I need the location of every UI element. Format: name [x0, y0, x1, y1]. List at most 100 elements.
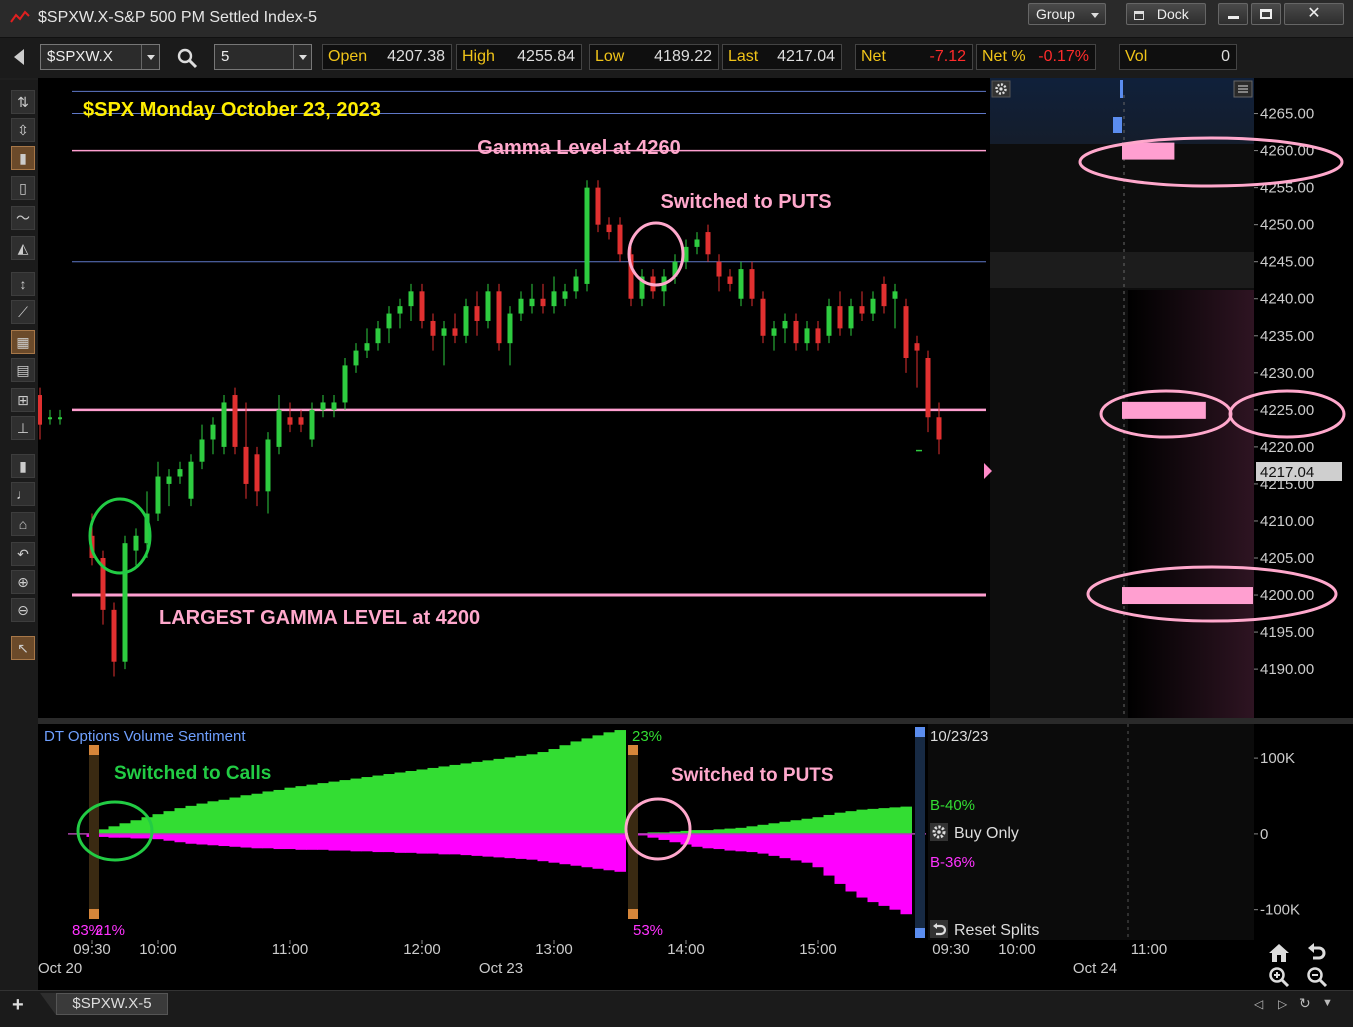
- put-volume-bar: [570, 833, 582, 866]
- price-axis[interactable]: [1254, 78, 1353, 718]
- candle-body: [276, 409, 282, 447]
- home-tool-icon[interactable]: ⌂: [11, 512, 35, 536]
- gamma-label-4260: Gamma Level at 4260: [477, 137, 680, 159]
- group-dropdown[interactable]: Group: [1028, 3, 1106, 25]
- candle-body: [540, 298, 546, 307]
- put-volume-bar: [768, 833, 780, 856]
- bar-tool-icon[interactable]: ▯: [11, 176, 35, 200]
- candle-body: [375, 328, 381, 344]
- price-tick-label: 4230.00: [1260, 365, 1314, 382]
- right-split-handle-top[interactable]: [915, 727, 925, 737]
- candle-body: [518, 298, 524, 314]
- candle-body: [177, 469, 183, 477]
- put-volume-bar: [867, 833, 879, 903]
- pane-arrow-left-icon[interactable]: [12, 48, 26, 66]
- minimize-button[interactable]: [1218, 3, 1248, 25]
- reset-splits-button[interactable]: Reset Splits: [930, 920, 1039, 939]
- line-tool-icon[interactable]: 〜: [11, 206, 35, 230]
- candle: [221, 395, 227, 455]
- put-volume-bar: [383, 833, 395, 853]
- candle-body: [617, 224, 623, 255]
- candle-body: [749, 269, 755, 299]
- dock-button[interactable]: Dock: [1126, 3, 1206, 25]
- quote-toolbar: $SPXW.X 5 Open 4207.38 High 4255.84 Low 4189.…: [0, 38, 1353, 78]
- profile-settings-icon[interactable]: [991, 80, 1011, 98]
- put-volume-bar: [746, 833, 758, 853]
- candle-body: [485, 291, 491, 321]
- right-split-handle-bottom[interactable]: [915, 928, 925, 938]
- candle-body: [837, 306, 843, 329]
- time-tick-label: 11:00: [272, 941, 308, 958]
- candle-body: [243, 446, 249, 484]
- chevron-down-icon[interactable]: ▼: [1322, 997, 1333, 1009]
- call-volume-bar: [394, 772, 406, 834]
- tab-label: $SPXW.X-5: [72, 995, 152, 1012]
- candle-body: [804, 328, 810, 344]
- gamma-profile-bar: [1122, 401, 1206, 419]
- drawing-tools-sidebar: ⇅ ⇳ ▮ ▯ 〜 ◭ ↕ ⟋ ▦ ▤ ⊞ ⊥ ▮ ♩ ⌂ ↶ ⊕ ⊖ ↖: [0, 80, 38, 990]
- buy-only-label: Buy Only: [954, 825, 1019, 842]
- candle-body: [705, 232, 711, 255]
- candle-body: [199, 439, 205, 462]
- profile-menu-icon[interactable]: [1233, 80, 1253, 98]
- right-split-marker[interactable]: [915, 727, 925, 938]
- select-tool-icon[interactable]: ↖: [11, 636, 35, 660]
- chart-app-icon: [10, 10, 30, 23]
- add-tab-icon[interactable]: +: [12, 994, 24, 1017]
- split-handle-bottom[interactable]: [628, 909, 638, 919]
- pin-tool-icon[interactable]: ▮: [11, 454, 35, 478]
- scroll-tool-icon[interactable]: ⇳: [11, 118, 35, 142]
- undo-tool-icon[interactable]: ↶: [11, 542, 35, 566]
- tab-spxw-5[interactable]: $SPXW.X-5: [56, 993, 168, 1015]
- candle: [122, 535, 128, 670]
- candle-body: [925, 358, 931, 418]
- chevron-down-icon[interactable]: [141, 45, 159, 69]
- chevron-down-icon[interactable]: [293, 45, 311, 69]
- quote-label: Open: [328, 48, 368, 65]
- note-tool-icon[interactable]: ♩: [11, 482, 35, 506]
- crosshair-tool-icon[interactable]: ⊥: [11, 416, 35, 440]
- cursor-tool-icon[interactable]: ⇅: [11, 90, 35, 114]
- scroll-right-icon[interactable]: ▷: [1278, 997, 1287, 1011]
- table-tool-icon[interactable]: ▤: [11, 358, 35, 382]
- candle-body: [430, 320, 436, 336]
- call-volume-bar: [251, 793, 263, 834]
- prior-candle-body: [58, 417, 62, 420]
- chart-canvas[interactable]: 4190.004195.004200.004205.004210.004215.…: [38, 78, 1353, 990]
- maximize-button[interactable]: [1251, 3, 1281, 25]
- interval-combobox[interactable]: 5: [214, 44, 312, 70]
- split-handle-bottom[interactable]: [89, 909, 99, 919]
- call-volume-bar: [119, 823, 131, 834]
- zoom-out-tool-icon[interactable]: ⊖: [11, 598, 35, 622]
- fit-tool-icon[interactable]: ↕: [11, 272, 35, 296]
- trend-tool-icon[interactable]: ⟋: [11, 300, 35, 324]
- split-handle-top[interactable]: [628, 745, 638, 755]
- call-volume-bar: [196, 803, 208, 834]
- call-volume-bar: [603, 732, 615, 834]
- search-icon[interactable]: [176, 47, 198, 69]
- put-volume-bar: [427, 833, 439, 854]
- pane-separator[interactable]: [38, 718, 1353, 724]
- call-volume-bar: [790, 820, 802, 834]
- candle-body: [419, 291, 425, 321]
- quote-net: Net -7.12: [855, 44, 973, 70]
- quote-value: 4189.22: [654, 48, 712, 65]
- symbol-combobox[interactable]: $SPXW.X: [40, 44, 160, 70]
- put-volume-bar: [185, 833, 197, 844]
- layout-tool-icon[interactable]: ⊞: [11, 388, 35, 412]
- area-tool-icon[interactable]: ◭: [11, 236, 35, 260]
- call-volume-bar: [372, 775, 384, 834]
- refresh-icon[interactable]: ↻: [1299, 995, 1311, 1012]
- grid-tool-icon[interactable]: ▦: [11, 330, 35, 354]
- candle-tool-icon[interactable]: ▮: [11, 146, 35, 170]
- zoom-in-tool-icon[interactable]: ⊕: [11, 570, 35, 594]
- buy-only-button[interactable]: Buy Only: [930, 823, 1019, 842]
- put-volume-bar: [790, 833, 802, 861]
- put-volume-bar: [361, 833, 373, 852]
- quote-value: 4207.38: [387, 48, 445, 65]
- scroll-left-icon[interactable]: ◁: [1254, 997, 1263, 1011]
- split-handle-top[interactable]: [89, 745, 99, 755]
- split-marker[interactable]: [89, 745, 99, 918]
- close-button[interactable]: ✕: [1284, 3, 1344, 25]
- split-marker[interactable]: [628, 745, 638, 918]
